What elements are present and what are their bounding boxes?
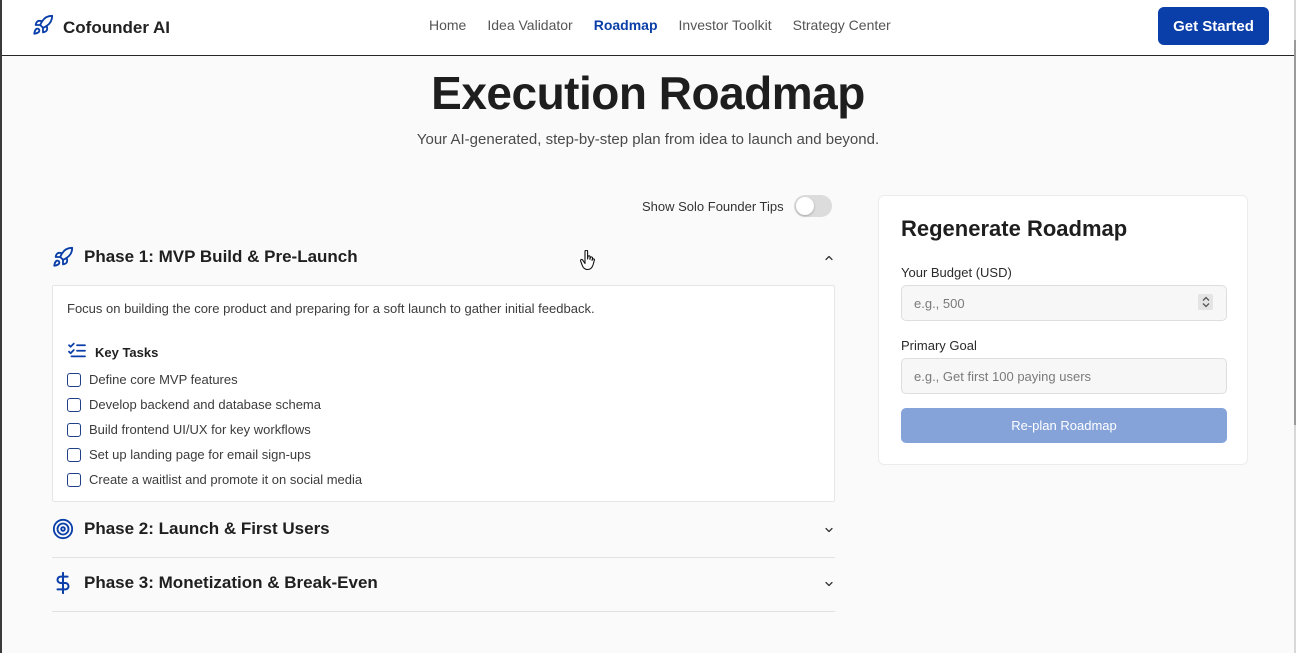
phase-3-title: Phase 3: Monetization & Break-Even <box>84 573 378 592</box>
phase-1-title: Phase 1: MVP Build & Pre-Launch <box>84 247 358 266</box>
budget-label: Your Budget (USD) <box>901 265 1012 280</box>
chevron-up-icon[interactable] <box>823 251 835 269</box>
regenerate-title: Regenerate Roadmap <box>901 216 1128 241</box>
task-checkbox[interactable] <box>67 372 81 387</box>
task-item[interactable]: Create a waitlist and promote it on soci… <box>67 472 362 487</box>
task-item[interactable]: Set up landing page for email sign-ups <box>67 447 311 462</box>
goal-label: Primary Goal <box>901 338 977 353</box>
budget-input[interactable] <box>901 285 1227 321</box>
key-tasks-title: Key Tasks <box>95 345 159 360</box>
main-nav: Home Idea Validator Roadmap Investor Too… <box>429 17 891 33</box>
task-label: Create a waitlist and promote it on soci… <box>89 472 363 487</box>
key-tasks-heading: Key Tasks <box>67 342 158 363</box>
dollar-icon <box>52 572 74 594</box>
nav-strategy-center[interactable]: Strategy Center <box>793 17 891 33</box>
task-label: Define core MVP features <box>89 372 238 387</box>
task-checkbox[interactable] <box>67 422 81 437</box>
chevron-down-icon[interactable] <box>823 523 835 541</box>
top-navbar: Cofounder AI Home Idea Validator Roadmap… <box>2 0 1294 56</box>
phase-divider <box>52 557 835 558</box>
phase-3-header[interactable]: Phase 3: Monetization & Break-Even <box>52 565 835 601</box>
brand-logo[interactable]: Cofounder AI <box>32 14 170 41</box>
task-checkbox[interactable] <box>67 472 81 487</box>
tips-toggle[interactable] <box>793 195 832 217</box>
task-checkbox[interactable] <box>67 397 81 412</box>
page-subtitle: Your AI-generated, step-by-step plan fro… <box>416 131 880 148</box>
replan-roadmap-button[interactable]: Re-plan Roadmap <box>901 408 1227 443</box>
solo-founder-tips: Show Solo Founder Tips <box>642 195 832 217</box>
nav-idea-validator[interactable]: Idea Validator <box>487 17 572 33</box>
task-label: Develop backend and database schema <box>89 397 321 412</box>
nav-investor-toolkit[interactable]: Investor Toolkit <box>679 17 772 33</box>
nav-roadmap[interactable]: Roadmap <box>594 17 658 33</box>
task-item[interactable]: Define core MVP features <box>67 372 238 387</box>
task-label: Set up landing page for email sign-ups <box>89 447 311 462</box>
target-icon <box>52 518 74 540</box>
page-title: Execution Roadmap <box>431 67 865 119</box>
phase-1-header[interactable]: Phase 1: MVP Build & Pre-Launch <box>52 239 835 275</box>
task-item[interactable]: Develop backend and database schema <box>67 397 321 412</box>
chevron-down-icon[interactable] <box>823 577 835 595</box>
rocket-icon <box>52 246 74 268</box>
get-started-button[interactable]: Get Started <box>1158 7 1269 45</box>
budget-stepper[interactable] <box>1198 294 1213 310</box>
tips-toggle-label: Show Solo Founder Tips <box>642 198 784 214</box>
nav-home[interactable]: Home <box>429 17 466 33</box>
phase-2-header[interactable]: Phase 2: Launch & First Users <box>52 511 835 547</box>
phase-2-title: Phase 2: Launch & First Users <box>84 519 330 538</box>
phase-divider <box>52 611 835 612</box>
hand-cursor-icon <box>579 249 596 277</box>
regenerate-roadmap-card: Regenerate Roadmap Your Budget (USD) Pri… <box>878 195 1248 465</box>
phase-1-content: Focus on building the core product and p… <box>52 285 835 502</box>
task-checkbox[interactable] <box>67 447 81 462</box>
toggle-knob <box>795 197 814 215</box>
brand-name: Cofounder AI <box>63 17 171 37</box>
phase-1-description: Focus on building the core product and p… <box>67 301 595 316</box>
task-item[interactable]: Build frontend UI/UX for key workflows <box>67 422 311 437</box>
goal-input[interactable] <box>901 358 1227 394</box>
checklist-icon <box>67 342 87 363</box>
task-label: Build frontend UI/UX for key workflows <box>89 422 311 437</box>
rocket-icon <box>32 14 54 41</box>
